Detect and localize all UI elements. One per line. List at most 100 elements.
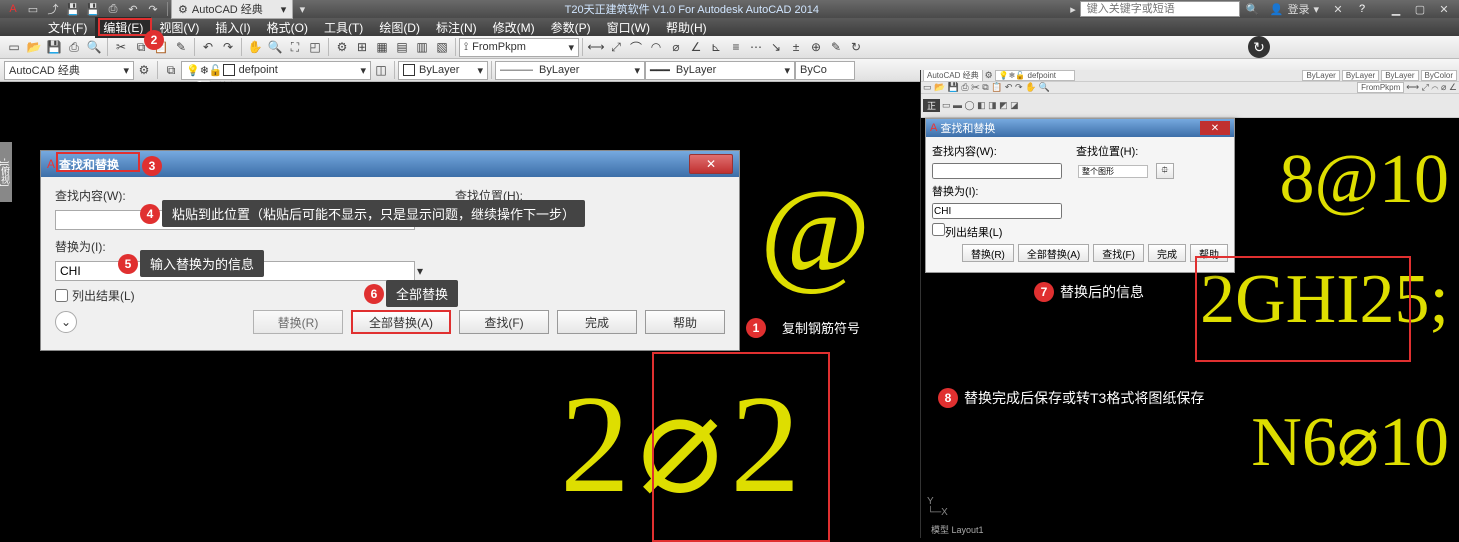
layer-iso-button[interactable]: ◫ (371, 60, 391, 80)
dim-radius-button[interactable]: ◠ (646, 37, 666, 57)
nav-wheel-icon[interactable]: ↻ (1248, 36, 1270, 58)
dim-diameter-button[interactable]: ⌀ (666, 37, 686, 57)
replace-button[interactable]: 替换(R) (253, 310, 343, 334)
saveas-icon[interactable]: 💾 (84, 1, 102, 17)
mini-replace-input[interactable] (932, 203, 1062, 219)
help-search-input[interactable] (1080, 1, 1240, 17)
mini-dialog-close[interactable]: ✕ (1200, 121, 1230, 135)
mini-done-button[interactable]: 完成 (1148, 244, 1186, 262)
match-button[interactable]: ✎ (171, 37, 191, 57)
menu-format[interactable]: 格式(O) (259, 17, 316, 38)
mini-frompkpm[interactable]: FromPkpm (1357, 82, 1404, 93)
dim-tol-button[interactable]: ± (786, 37, 806, 57)
zoom-win-button[interactable]: ◰ (305, 37, 325, 57)
mini-find-button[interactable]: 查找(F) (1093, 244, 1144, 262)
dropdown-more-icon[interactable]: ▾ (293, 1, 311, 17)
mini-color-combo[interactable]: ByLayer (1302, 70, 1339, 81)
replace-all-button[interactable]: 全部替换(A) (351, 310, 451, 334)
dim-arc-button[interactable]: ⌒ (626, 37, 646, 57)
pan-button[interactable]: ✋ (245, 37, 265, 57)
dim-aligned-button[interactable]: ⤢ (606, 37, 626, 57)
open-button[interactable]: 📂 (24, 37, 44, 57)
bycolor-combo[interactable]: ByCo (795, 61, 855, 80)
mini-ws-combo[interactable]: AutoCAD 经典 (923, 70, 983, 82)
dim-ord-button[interactable]: ⊾ (706, 37, 726, 57)
mini-help-button[interactable]: 帮助 (1190, 244, 1228, 262)
prop-button[interactable]: ⚙ (332, 37, 352, 57)
mini-bc-combo[interactable]: ByColor (1421, 70, 1457, 81)
tp-button[interactable]: ▦ (372, 37, 392, 57)
save-button[interactable]: 💾 (44, 37, 64, 57)
zoom-ext-button[interactable]: ⛶ (285, 37, 305, 57)
help-button[interactable]: 帮助 (645, 310, 725, 334)
mini-replace-button[interactable]: 替换(R) (962, 244, 1014, 262)
dim-leader-button[interactable]: ↘ (766, 37, 786, 57)
dim-baseline-button[interactable]: ≡ (726, 37, 746, 57)
undo-icon[interactable]: ↶ (124, 1, 142, 17)
menu-file[interactable]: 文件(F) (40, 17, 95, 38)
print-icon[interactable]: ⎙ (104, 1, 122, 17)
redo-button[interactable]: ↷ (218, 37, 238, 57)
cut-button[interactable]: ✂ (111, 37, 131, 57)
help-icon[interactable]: ? (1351, 1, 1373, 17)
list-results-checkbox[interactable]: 列出结果(L) (55, 287, 135, 304)
dim-update-button[interactable]: ↻ (846, 37, 866, 57)
plot-button[interactable]: ⎙ (64, 37, 84, 57)
mini-location-combo[interactable]: 整个图形 (1078, 165, 1148, 178)
mini-model-tabs[interactable]: 模型 Layout1 (931, 523, 984, 536)
frompkpm-combo[interactable]: ⟟ FromPkpm▾ (459, 38, 579, 57)
expand-options-button[interactable]: ⌄ (55, 311, 77, 333)
close-icon[interactable]: ✕ (1433, 1, 1455, 17)
mini-replace-all-button[interactable]: 全部替换(A) (1018, 244, 1089, 262)
menu-tools[interactable]: 工具(T) (316, 17, 371, 38)
zoom-button[interactable]: 🔍 (265, 37, 285, 57)
menu-window[interactable]: 窗口(W) (599, 17, 658, 38)
mini-pick-button[interactable]: ⯐ (1156, 163, 1174, 179)
mini-lt-combo[interactable]: ByLayer (1342, 70, 1379, 81)
search-icon[interactable]: 🔍 (1242, 1, 1264, 17)
layer-props-button[interactable]: ⧉ (161, 60, 181, 80)
replace-dropdown-icon[interactable]: ▾ (417, 264, 423, 278)
mini-dialog-titlebar[interactable]: A 查找和替换 ✕ (926, 119, 1234, 137)
ssm-button[interactable]: ▤ (392, 37, 412, 57)
new-button[interactable]: ▭ (4, 37, 24, 57)
linetype-combo[interactable]: ———ByLayer▾ (495, 61, 645, 80)
dim-edit-button[interactable]: ✎ (826, 37, 846, 57)
open-icon[interactable]: ⤴ (44, 1, 62, 17)
dim-center-button[interactable]: ⊕ (806, 37, 826, 57)
dim-angular-button[interactable]: ∠ (686, 37, 706, 57)
menu-modify[interactable]: 修改(M) (485, 17, 543, 38)
restore-icon[interactable]: ▢ (1409, 1, 1431, 17)
save-icon[interactable]: 💾 (64, 1, 82, 17)
mini-find-input[interactable] (932, 163, 1062, 179)
preview-button[interactable]: 🔍 (84, 37, 104, 57)
dialog-close-button[interactable]: ✕ (689, 154, 733, 174)
mini-list-results[interactable]: 列出结果(L) (932, 223, 1002, 240)
mini-layer-combo[interactable]: 💡❄🔓 defpoint (995, 70, 1075, 81)
left-panel-tab[interactable]: -][俯视] (0, 142, 12, 202)
find-button[interactable]: 查找(F) (459, 310, 549, 334)
dc-button[interactable]: ⊞ (352, 37, 372, 57)
menu-insert[interactable]: 插入(I) (207, 17, 258, 38)
dim-continue-button[interactable]: ⋯ (746, 37, 766, 57)
menu-edit[interactable]: 编辑(E) (95, 17, 151, 38)
menu-param[interactable]: 参数(P) (543, 17, 599, 38)
calc-button[interactable]: ▧ (432, 37, 452, 57)
ws-settings-button[interactable]: ⚙ (134, 60, 154, 80)
redo-icon[interactable]: ↷ (144, 1, 162, 17)
minimize-icon[interactable]: ▁ (1385, 1, 1407, 17)
menu-dim[interactable]: 标注(N) (428, 17, 485, 38)
undo-button[interactable]: ↶ (198, 37, 218, 57)
workspace-combo[interactable]: AutoCAD 经典▾ (4, 61, 134, 80)
mini-lw-combo[interactable]: ByLayer (1381, 70, 1418, 81)
color-combo[interactable]: ByLayer▾ (398, 61, 488, 80)
menu-help[interactable]: 帮助(H) (658, 17, 715, 38)
new-icon[interactable]: ▭ (24, 1, 42, 17)
exchange-icon[interactable]: ✕ (1327, 1, 1349, 17)
done-button[interactable]: 完成 (557, 310, 637, 334)
mark-button[interactable]: ▥ (412, 37, 432, 57)
lineweight-combo[interactable]: ━━━ByLayer▾ (645, 61, 795, 80)
menu-draw[interactable]: 绘图(D) (371, 17, 428, 38)
dim-linear-button[interactable]: ⟷ (586, 37, 606, 57)
login-button[interactable]: 👤 登录 ▾ (1270, 1, 1319, 17)
